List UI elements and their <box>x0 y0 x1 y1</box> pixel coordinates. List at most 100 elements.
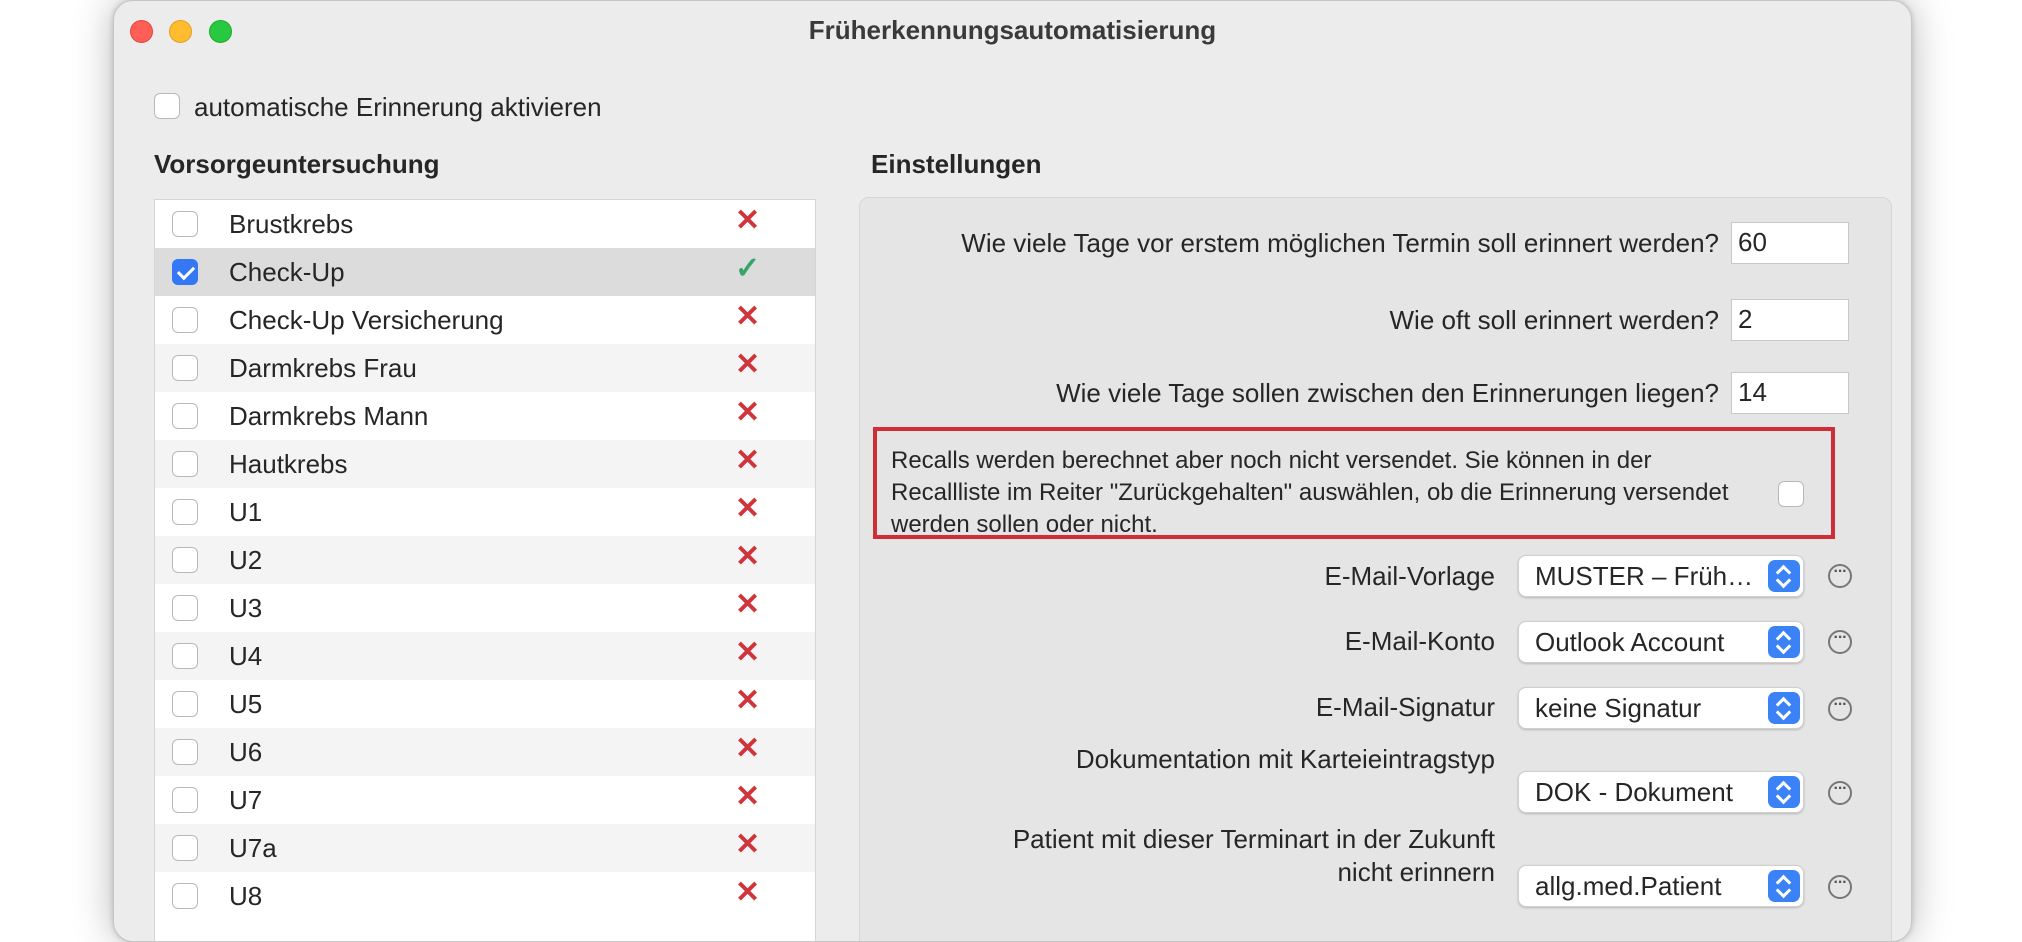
screening-section-title: Vorsorgeuntersuchung <box>154 149 440 179</box>
list-item-label: U6 <box>229 737 263 767</box>
list-item[interactable]: U8 ✕ <box>155 872 815 920</box>
more-icon[interactable]: ··· <box>1828 697 1852 721</box>
cross-icon: ✕ <box>735 492 761 525</box>
list-item[interactable]: U3 ✕ <box>155 584 815 632</box>
list-item-checkbox[interactable] <box>172 259 198 285</box>
list-item-checkbox[interactable] <box>172 403 198 429</box>
list-item-label: U7 <box>229 785 263 815</box>
days-between-label: Wie viele Tage sollen zwischen den Erinn… <box>1056 378 1719 408</box>
hold-back-checkbox[interactable] <box>1778 481 1804 507</box>
cross-icon: ✕ <box>735 684 761 717</box>
list-item-label: U3 <box>229 593 263 623</box>
auto-reminder-label: automatische Erinnerung aktivieren <box>194 92 602 122</box>
list-item-checkbox[interactable] <box>172 451 198 477</box>
cross-icon: ✕ <box>735 588 761 621</box>
email-template-select[interactable]: MUSTER – Früherkennung <box>1518 555 1804 597</box>
list-item[interactable]: U2 ✕ <box>155 536 815 584</box>
more-icon[interactable]: ··· <box>1828 875 1852 899</box>
days-before-input[interactable]: 60 <box>1731 222 1849 264</box>
list-item[interactable]: Darmkrebs Mann ✕ <box>155 392 815 440</box>
list-item-label: U7a <box>229 833 277 863</box>
email-account-select[interactable]: Outlook Account <box>1518 621 1804 663</box>
list-item-label: U1 <box>229 497 263 527</box>
check-icon: ✓ <box>735 252 761 285</box>
screening-list: Brustkrebs ✕ Check-Up ✓ Check-Up Versich… <box>154 199 816 941</box>
list-item[interactable]: U7a ✕ <box>155 824 815 872</box>
list-item-label: Darmkrebs Mann <box>229 401 429 431</box>
updown-chevron-icon <box>1768 692 1800 724</box>
cross-icon: ✕ <box>735 396 761 429</box>
hold-back-text: Recalls werden berechnet aber noch nicht… <box>891 447 1729 538</box>
list-item-checkbox[interactable] <box>172 883 198 909</box>
cross-icon: ✕ <box>735 444 761 477</box>
list-item-label: U5 <box>229 689 263 719</box>
appointment-type-select[interactable]: allg.med.Patient <box>1518 865 1804 907</box>
list-item-label: Check-Up <box>229 257 345 287</box>
more-icon[interactable]: ··· <box>1828 781 1852 805</box>
list-item-checkbox[interactable] <box>172 787 198 813</box>
list-item[interactable]: Darmkrebs Frau ✕ <box>155 344 815 392</box>
cross-icon: ✕ <box>735 348 761 381</box>
updown-chevron-icon <box>1768 560 1800 592</box>
days-between-input[interactable]: 14 <box>1731 372 1849 414</box>
window-title: Früherkennungsautomatisierung <box>808 15 1217 45</box>
list-item[interactable]: U1 ✕ <box>155 488 815 536</box>
appointment-type-value: allg.med.Patient <box>1535 871 1722 901</box>
cross-icon: ✕ <box>735 732 761 765</box>
list-item-checkbox[interactable] <box>172 835 198 861</box>
documentation-label: Dokumentation mit Karteieintragstyp <box>1075 744 1495 774</box>
settings-section-title: Einstellungen <box>871 149 1042 179</box>
cross-icon: ✕ <box>735 828 761 861</box>
updown-chevron-icon <box>1768 626 1800 658</box>
updown-chevron-icon <box>1768 870 1800 902</box>
list-item-label: U4 <box>229 641 263 671</box>
list-item[interactable]: U5 ✕ <box>155 680 815 728</box>
documentation-value: DOK - Dokument <box>1535 777 1733 807</box>
list-item-checkbox[interactable] <box>172 595 198 621</box>
email-account-label: E-Mail-Konto <box>1344 626 1495 656</box>
cross-icon: ✕ <box>735 636 761 669</box>
appointment-label-line2: nicht erinnern <box>1337 857 1495 887</box>
list-item[interactable]: U6 ✕ <box>155 728 815 776</box>
list-item[interactable]: U4 ✕ <box>155 632 815 680</box>
list-item-checkbox[interactable] <box>172 691 198 717</box>
days-before-label: Wie viele Tage vor erstem möglichen Term… <box>961 228 1719 258</box>
cross-icon: ✕ <box>735 204 761 237</box>
list-item-label: U8 <box>229 881 263 911</box>
auto-reminder-checkbox[interactable] <box>154 93 180 119</box>
list-item-checkbox[interactable] <box>172 499 198 525</box>
list-item-checkbox[interactable] <box>172 307 198 333</box>
email-signature-label: E-Mail-Signatur <box>1315 692 1495 722</box>
list-item-checkbox[interactable] <box>172 355 198 381</box>
list-item-checkbox[interactable] <box>172 739 198 765</box>
window: Früherkennungsautomatisierung automatisc… <box>113 0 1912 942</box>
documentation-select[interactable]: DOK - Dokument <box>1518 771 1804 813</box>
cross-icon: ✕ <box>735 876 761 909</box>
list-item[interactable]: Check-Up ✓ <box>155 248 815 296</box>
updown-chevron-icon <box>1768 776 1800 808</box>
list-item-checkbox[interactable] <box>172 547 198 573</box>
list-item[interactable]: Hautkrebs ✕ <box>155 440 815 488</box>
list-item-label: Hautkrebs <box>229 449 348 479</box>
list-item[interactable]: Check-Up Versicherung ✕ <box>155 296 815 344</box>
more-icon[interactable]: ··· <box>1828 630 1852 654</box>
list-item[interactable]: Brustkrebs ✕ <box>155 200 815 248</box>
list-item-checkbox[interactable] <box>172 211 198 237</box>
list-item-label: Check-Up Versicherung <box>229 305 504 335</box>
list-item[interactable]: U7 ✕ <box>155 776 815 824</box>
email-template-label: E-Mail-Vorlage <box>1324 561 1495 591</box>
more-icon[interactable]: ··· <box>1828 564 1852 588</box>
how-often-input[interactable]: 2 <box>1731 299 1849 341</box>
cross-icon: ✕ <box>735 780 761 813</box>
cross-icon: ✕ <box>735 300 761 333</box>
appointment-label-line1: Patient mit dieser Terminart in der Zuku… <box>1012 824 1495 854</box>
email-signature-value: keine Signatur <box>1535 693 1702 723</box>
hold-back-box: Recalls werden berechnet aber noch nicht… <box>873 427 1835 539</box>
list-item-label: Darmkrebs Frau <box>229 353 417 383</box>
settings-panel: Wie viele Tage vor erstem möglichen Term… <box>859 197 1892 941</box>
list-item-label: Brustkrebs <box>229 209 354 239</box>
email-template-value: MUSTER – Früherkennung <box>1535 561 1767 591</box>
list-item-checkbox[interactable] <box>172 643 198 669</box>
email-signature-select[interactable]: keine Signatur <box>1518 687 1804 729</box>
title-bar: Früherkennungsautomatisierung <box>114 1 1911 59</box>
